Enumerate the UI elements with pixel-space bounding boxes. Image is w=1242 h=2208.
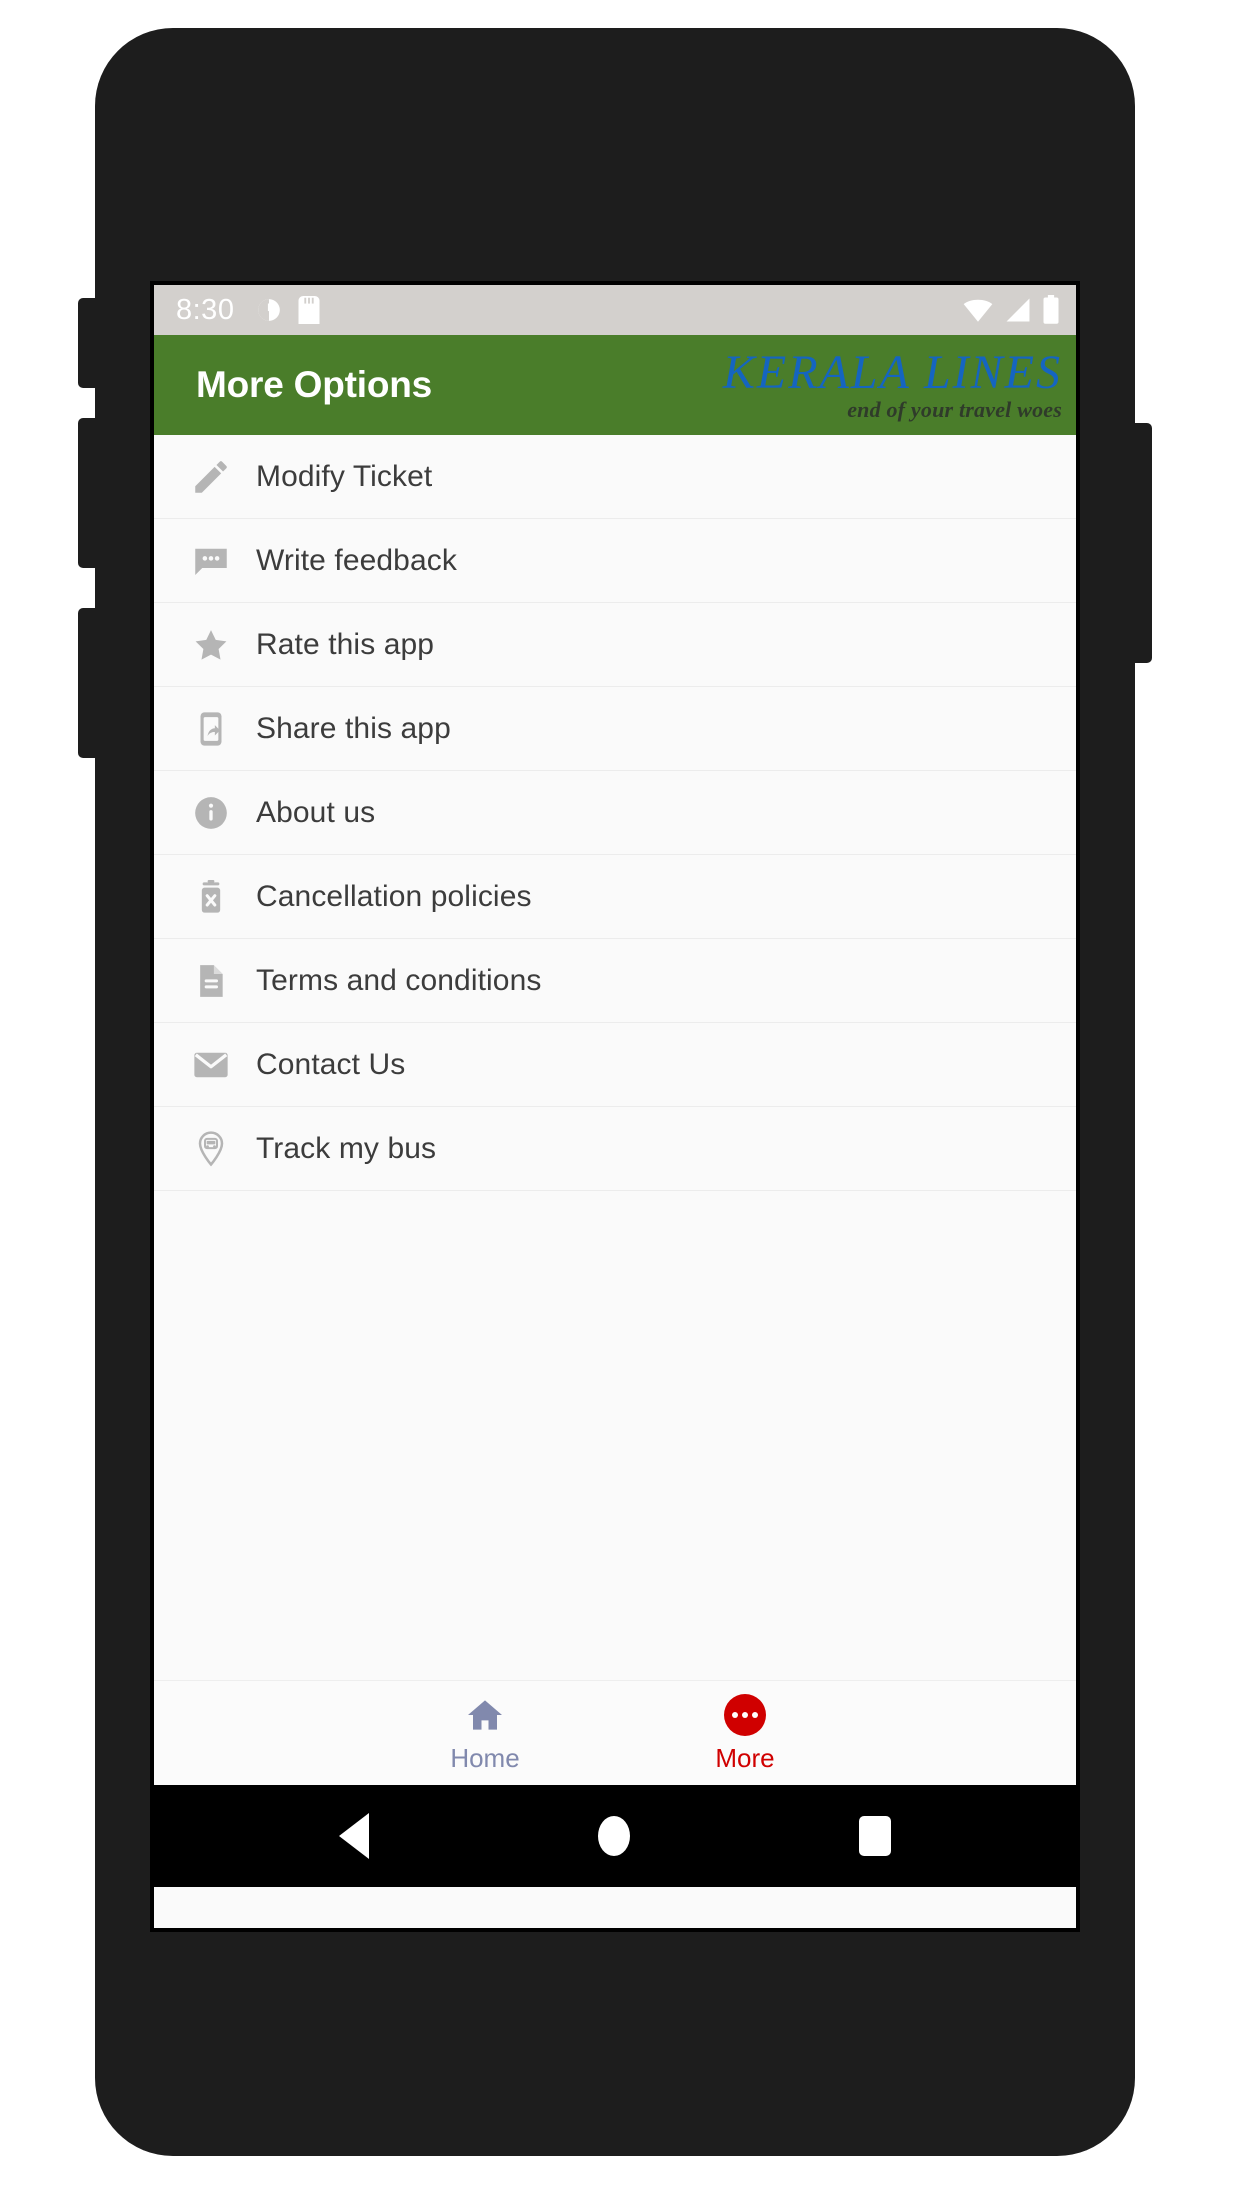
battery-icon — [1042, 295, 1060, 325]
list-item-cancellation-policies[interactable]: Cancellation policies — [154, 855, 1076, 939]
phone-screen: 8:30 More Options KERALA LINES end of yo… — [150, 281, 1080, 1932]
chat-bubble-icon — [188, 538, 234, 584]
alarm-clock-icon — [256, 297, 282, 323]
bottom-tab-more[interactable]: More — [670, 1693, 820, 1774]
list-item-rate-this-app[interactable]: Rate this app — [154, 603, 1076, 687]
power-button[interactable] — [1132, 423, 1152, 663]
status-bar-right-icons — [962, 295, 1060, 325]
envelope-icon — [188, 1042, 234, 1088]
list-item-label: Cancellation policies — [256, 879, 532, 913]
list-item-label: Terms and conditions — [256, 963, 542, 997]
screenshot-stage: 8:30 More Options KERALA LINES end of yo… — [0, 0, 1242, 2208]
cellular-signal-icon — [1004, 297, 1032, 323]
android-navigation-bar — [154, 1785, 1076, 1887]
star-icon — [188, 622, 234, 668]
status-bar-left-icons — [256, 296, 320, 324]
bottom-tab-label: More — [715, 1742, 775, 1773]
list-item-label: Track my bus — [256, 1131, 437, 1165]
back-triangle-icon[interactable] — [338, 1813, 369, 1859]
app-bar: More Options KERALA LINES end of your tr… — [154, 335, 1076, 435]
bottom-tab-label: Home — [450, 1742, 520, 1773]
list-item-about-us[interactable]: About us — [154, 771, 1076, 855]
list-item-modify-ticket[interactable]: Modify Ticket — [154, 435, 1076, 519]
map-pin-bus-icon — [188, 1126, 234, 1172]
brand-tagline: end of your travel woes — [847, 397, 1062, 423]
wifi-icon — [962, 297, 994, 323]
document-icon — [188, 958, 234, 1004]
list-item-write-feedback[interactable]: Write feedback — [154, 519, 1076, 603]
recents-square-icon[interactable] — [859, 1816, 892, 1856]
extra-key-button[interactable] — [78, 608, 98, 758]
list-item-share-this-app[interactable]: Share this app — [154, 687, 1076, 771]
brand-name: KERALA LINES — [722, 345, 1062, 399]
list-item-label: About us — [256, 795, 376, 829]
bottom-navigation: Home More — [154, 1680, 1076, 1785]
list-item-label: Rate this app — [256, 627, 435, 661]
more-options-list: Modify Ticket Write feedback Rate this a… — [154, 435, 1076, 1680]
list-item-track-my-bus[interactable]: Track my bus — [154, 1107, 1076, 1191]
volume-down-button[interactable] — [78, 418, 98, 568]
list-item-contact-us[interactable]: Contact Us — [154, 1023, 1076, 1107]
status-bar-clock: 8:30 — [176, 293, 235, 326]
sd-card-icon — [298, 296, 320, 324]
pencil-icon — [188, 454, 234, 500]
more-dots-icon — [724, 1693, 766, 1737]
info-icon — [188, 790, 234, 836]
more-dots-circle — [724, 1693, 766, 1736]
status-bar: 8:30 — [154, 285, 1076, 335]
brand-logo: KERALA LINES end of your travel woes — [722, 345, 1070, 423]
phone-share-icon — [188, 706, 234, 752]
list-item-label: Contact Us — [256, 1047, 406, 1081]
list-item-terms-and-conditions[interactable]: Terms and conditions — [154, 939, 1076, 1023]
list-item-label: Write feedback — [256, 543, 457, 577]
trash-cancel-icon — [188, 874, 234, 920]
home-icon — [465, 1693, 505, 1737]
page-title: More Options — [196, 364, 433, 405]
list-item-label: Modify Ticket — [256, 459, 433, 493]
volume-up-button[interactable] — [78, 298, 98, 388]
bottom-tab-home[interactable]: Home — [410, 1693, 560, 1774]
home-circle-icon[interactable] — [597, 1816, 630, 1856]
list-item-label: Share this app — [256, 711, 451, 745]
